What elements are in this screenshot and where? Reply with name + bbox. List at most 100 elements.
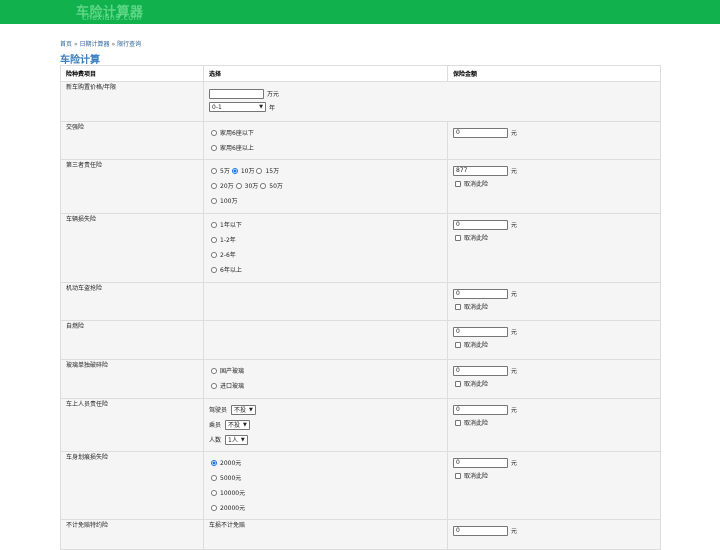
radio-button[interactable] — [211, 197, 217, 204]
cancel-label: 取消此险 — [464, 473, 489, 480]
cancel-checkbox[interactable] — [455, 472, 461, 479]
radio-button-selected[interactable] — [211, 459, 217, 466]
glass-choice-cell: 国产玻璃 进口玻璃 — [203, 359, 448, 399]
passenger-value: 不投 — [228, 422, 241, 429]
radio-button[interactable] — [211, 251, 217, 258]
radio-button-selected[interactable] — [231, 167, 238, 174]
option-label: 2-6年 — [220, 252, 236, 259]
passenger-amount-cell: 0元 取消此险 — [447, 398, 661, 452]
radio-button[interactable] — [211, 129, 217, 136]
option-label: 家用6座以下 — [220, 130, 254, 137]
amount-input[interactable]: 0 — [453, 219, 508, 230]
cancel-checkbox[interactable] — [455, 380, 461, 387]
compulsory-choice-cell: 家用6座以下 家用6座以上 — [203, 121, 448, 160]
driver-select[interactable]: 不投 ▼ — [231, 404, 256, 415]
radio-button[interactable] — [235, 182, 242, 189]
option-label: 50万 — [269, 183, 283, 190]
radio-button[interactable] — [211, 266, 217, 273]
scratch-choice-cell: 2000元 5000元 10000元 20000元 — [203, 451, 448, 520]
option-label: 20000元 — [220, 505, 246, 512]
radio-button[interactable] — [211, 182, 217, 189]
row-label: 车辆损失险 — [60, 213, 204, 283]
driver-value: 不投 — [234, 407, 247, 414]
car-years-select[interactable]: 0-1 ▼ — [209, 102, 266, 112]
third-party-choice-cell: 5万 10万 15万 20万 30万 50万 100万 — [203, 159, 448, 214]
price-unit: 万元 — [267, 91, 280, 98]
cancel-checkbox[interactable] — [455, 419, 461, 426]
row-label: 交强险 — [60, 121, 204, 160]
top-bar: 车险计算器 chexian9.com — [0, 0, 720, 24]
car-price-input[interactable] — [209, 88, 264, 99]
passenger-label: 乘员 — [209, 422, 222, 429]
radio-button[interactable] — [211, 382, 217, 389]
radio-button[interactable] — [211, 221, 217, 228]
amount-unit: 元 — [511, 222, 518, 229]
radio-button[interactable] — [260, 182, 267, 189]
cancel-checkbox[interactable] — [455, 303, 461, 310]
breadcrumb-home-link[interactable]: 首页 — [60, 41, 72, 48]
breadcrumb-calculators-link[interactable]: 日期计算器 — [80, 41, 110, 48]
amount-input[interactable]: 0 — [453, 404, 508, 415]
option-label: 6年以上 — [220, 267, 242, 274]
row-label: 玻璃单独破碎险 — [60, 359, 204, 399]
amount-input[interactable]: 0 — [453, 457, 508, 468]
table-row-passenger: 车上人员责任险 驾驶员 不投 ▼ 乘员 不投 ▼ 人数 1人 ▼ 0元 取消此险 — [60, 398, 661, 452]
glass-amount-cell: 0元 取消此险 — [447, 359, 661, 399]
count-value: 1人 — [228, 437, 238, 444]
chevron-down-icon: ▼ — [259, 104, 263, 110]
deductible-choice-cell: 车损不计免赔 — [203, 519, 448, 550]
new-car-choice-cell: 万元 0-1 ▼ 年 — [203, 81, 661, 122]
amount-input[interactable]: 0 — [453, 525, 508, 536]
driver-label: 驾驶员 — [209, 407, 228, 414]
cancel-label: 取消此险 — [464, 235, 489, 242]
table-header-row: 险种费项目 选择 保险金额 — [60, 65, 661, 82]
insurance-table: 险种费项目 选择 保险金额 新车购置价格/年限 万元 0-1 ▼ 年 交强险 家用… — [60, 65, 661, 550]
passenger-choice-cell: 驾驶员 不投 ▼ 乘员 不投 ▼ 人数 1人 ▼ — [203, 398, 448, 452]
radio-button[interactable] — [211, 167, 217, 174]
radio-button[interactable] — [211, 367, 217, 374]
row-label: 车上人员责任险 — [60, 398, 204, 452]
table-row-fire: 自燃险 0元 取消此险 — [60, 320, 661, 360]
table-row-new-car: 新车购置价格/年限 万元 0-1 ▼ 年 — [60, 81, 661, 122]
chevron-down-icon: ▼ — [240, 436, 245, 443]
amount-input[interactable]: 0 — [453, 326, 508, 337]
amount-input[interactable]: 0 — [453, 288, 508, 299]
amount-unit: 元 — [511, 528, 518, 535]
cancel-checkbox[interactable] — [455, 341, 461, 348]
cancel-label: 取消此险 — [464, 181, 489, 188]
logo-domain: chexian9.com — [82, 13, 142, 22]
amount-unit: 元 — [511, 407, 518, 414]
radio-button[interactable] — [211, 474, 217, 481]
breadcrumb-current-link[interactable]: 限行查询 — [117, 41, 141, 48]
page-title: 车险计算 — [60, 55, 100, 66]
row-label: 第三者责任险 — [60, 159, 204, 214]
amount-unit: 元 — [511, 329, 518, 336]
table-row-compulsory: 交强险 家用6座以下 家用6座以上 0元 — [60, 121, 661, 160]
cancel-label: 取消此险 — [464, 420, 489, 427]
passenger-select[interactable]: 不投 ▼ — [225, 419, 250, 430]
amount-input[interactable]: 0 — [453, 365, 508, 376]
amount-input[interactable]: 877 — [453, 165, 508, 176]
option-label: 20万 — [220, 183, 234, 190]
option-label: 家用6座以上 — [220, 145, 254, 152]
cancel-label: 取消此险 — [464, 342, 489, 349]
count-select[interactable]: 1人 ▼ — [225, 434, 248, 445]
radio-button[interactable] — [211, 504, 217, 511]
amount-unit: 元 — [511, 460, 518, 467]
option-label: 10000元 — [220, 490, 246, 497]
radio-button[interactable] — [211, 144, 217, 151]
cancel-label: 取消此险 — [464, 304, 489, 311]
car-years-value: 0-1 — [212, 103, 222, 111]
cancel-checkbox[interactable] — [455, 180, 461, 187]
radio-button[interactable] — [256, 167, 263, 174]
deductible-choice-label: 车损不计免赔 — [209, 522, 246, 529]
header-choice: 选择 — [203, 65, 448, 82]
cancel-checkbox[interactable] — [455, 234, 461, 241]
option-label: 国产玻璃 — [220, 368, 245, 375]
amount-input[interactable]: 0 — [453, 127, 508, 138]
radio-button[interactable] — [211, 236, 217, 243]
radio-button[interactable] — [211, 489, 217, 496]
damage-choice-cell: 1年以下 1-2年 2-6年 6年以上 — [203, 213, 448, 283]
row-label: 不计免赔特约险 — [60, 519, 204, 550]
site-logo[interactable]: 车险计算器 chexian9.com — [76, 1, 166, 23]
